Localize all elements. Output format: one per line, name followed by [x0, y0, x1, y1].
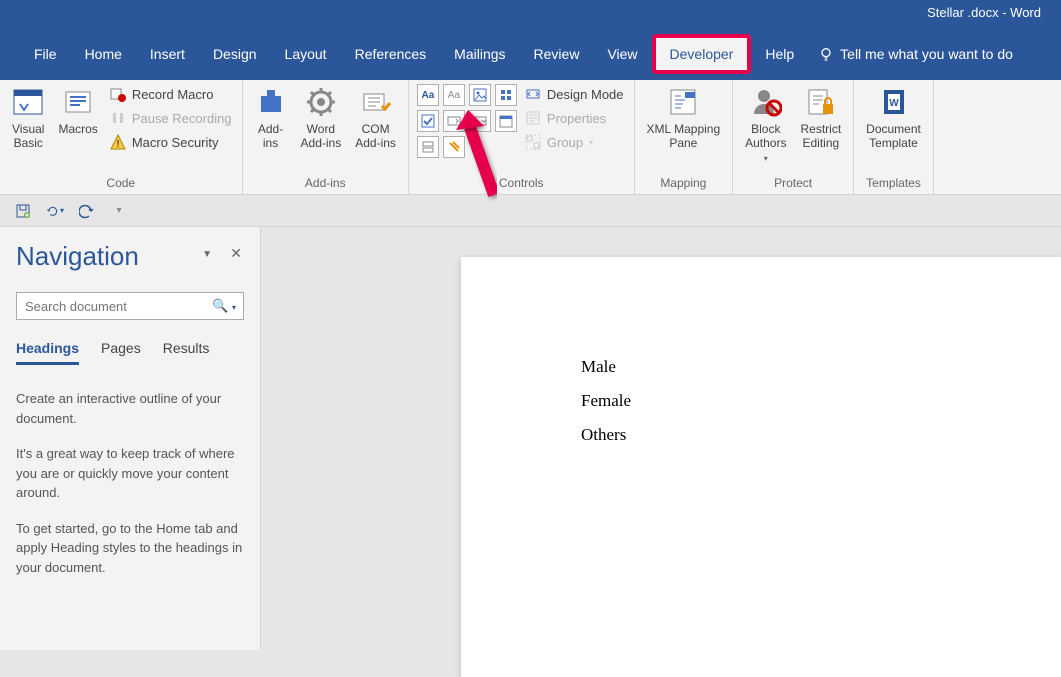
lightbulb-icon: [818, 46, 834, 62]
word-addins-button[interactable]: Word Add-ins: [297, 84, 346, 152]
visual-basic-button[interactable]: Visual Basic: [8, 84, 48, 152]
record-icon: [110, 86, 126, 102]
tab-view[interactable]: View: [593, 38, 651, 70]
com-addins-button[interactable]: COM Add-ins: [351, 84, 400, 152]
nav-tab-headings[interactable]: Headings: [16, 340, 79, 365]
control-gallery: Aa Aa ▾: [417, 84, 517, 158]
group-protect-label: Protect: [741, 176, 845, 194]
group-protect: Block Authors ▾ Restrict Editing Protect: [733, 80, 854, 194]
tab-insert[interactable]: Insert: [136, 38, 199, 70]
design-mode-button[interactable]: Design Mode: [523, 84, 626, 104]
workspace: Navigation ▼ ✕ 🔍 ▾ Headings Pages Result…: [0, 227, 1061, 650]
tell-me-label: Tell me what you want to do: [840, 46, 1013, 62]
properties-button: Properties: [523, 108, 626, 128]
tab-mailings[interactable]: Mailings: [440, 38, 519, 70]
design-mode-icon: [525, 86, 541, 102]
group-icon: [525, 134, 541, 150]
addins-button[interactable]: Add- ins: [251, 84, 291, 152]
legacy-tools-icon[interactable]: [443, 136, 465, 158]
group-mapping: XML Mapping Pane Mapping: [635, 80, 734, 194]
legacy-dropdown-icon[interactable]: ▾: [469, 136, 491, 158]
xml-icon: [667, 86, 699, 118]
navigation-pane: Navigation ▼ ✕ 🔍 ▾ Headings Pages Result…: [0, 227, 261, 650]
macros-icon: [62, 86, 94, 118]
checkbox-control-icon[interactable]: [417, 110, 439, 132]
group-addins-label: Add-ins: [251, 176, 400, 194]
vb-icon: [12, 86, 44, 118]
dropdown-control-icon[interactable]: [469, 110, 491, 132]
tab-file[interactable]: File: [20, 38, 71, 70]
group-mapping-label: Mapping: [643, 176, 725, 194]
repeating-control-icon[interactable]: [417, 136, 439, 158]
chevron-down-icon: ▾: [764, 154, 768, 163]
tell-me[interactable]: Tell me what you want to do: [818, 46, 1013, 62]
pause-icon: [110, 110, 126, 126]
group-controls: Aa Aa ▾ Design Mode: [409, 80, 635, 194]
record-macro-button[interactable]: Record Macro: [108, 84, 234, 104]
macros-button[interactable]: Macros: [54, 84, 101, 138]
tab-references[interactable]: References: [341, 38, 441, 70]
nav-search: 🔍 ▾: [16, 292, 244, 320]
tab-help[interactable]: Help: [751, 38, 808, 70]
document-page[interactable]: Male Female Others: [461, 257, 1061, 677]
tab-layout[interactable]: Layout: [271, 38, 341, 70]
group-code: Visual Basic Macros Record Macro Pause R…: [0, 80, 243, 194]
svg-text:W: W: [889, 98, 899, 109]
combo-control-icon[interactable]: [443, 110, 465, 132]
nav-tab-pages[interactable]: Pages: [101, 340, 141, 365]
tab-home[interactable]: Home: [71, 38, 136, 70]
restrict-editing-button[interactable]: Restrict Editing: [796, 84, 845, 152]
save-button[interactable]: [14, 202, 32, 220]
nav-help-text: Create an interactive outline of your do…: [16, 389, 244, 577]
nav-tabs: Headings Pages Results: [16, 340, 244, 365]
xml-mapping-button[interactable]: XML Mapping Pane: [643, 84, 725, 152]
close-icon[interactable]: ✕: [230, 245, 242, 262]
undo-button[interactable]: ▾: [46, 202, 64, 220]
lock-icon: [805, 86, 837, 118]
plain-text-control-icon[interactable]: Aa: [443, 84, 465, 106]
properties-icon: [525, 110, 541, 126]
building-block-control-icon[interactable]: [495, 84, 517, 106]
ribbon: Visual Basic Macros Record Macro Pause R…: [0, 80, 1061, 195]
title-bar: Stellar .docx - Word: [0, 0, 1061, 28]
doc-template-button[interactable]: W Document Template: [862, 84, 925, 152]
tab-review[interactable]: Review: [520, 38, 594, 70]
annotation-highlight-developer: Developer: [652, 34, 752, 74]
group-code-label: Code: [8, 176, 234, 194]
group-addins: Add- ins Word Add-ins COM Add-ins Add-in…: [243, 80, 409, 194]
chevron-down-icon: ▾: [589, 138, 593, 147]
com-icon: [360, 86, 392, 118]
nav-tab-results[interactable]: Results: [163, 340, 210, 365]
quick-access-toolbar: ▾ ▾: [0, 195, 1061, 227]
gear-icon: [305, 86, 337, 118]
doc-line-2: Female: [581, 391, 1061, 411]
rich-text-control-icon[interactable]: Aa: [417, 84, 439, 106]
document-canvas: Male Female Others: [261, 227, 1061, 650]
group-templates-label: Templates: [862, 176, 925, 194]
doc-title: Stellar .docx - Word: [927, 5, 1041, 20]
tab-design[interactable]: Design: [199, 38, 271, 70]
block-icon: [750, 86, 782, 118]
pause-recording-button: Pause Recording: [108, 108, 234, 128]
doc-line-3: Others: [581, 425, 1061, 445]
qat-customize-button[interactable]: ▾: [110, 202, 128, 220]
nav-dropdown-icon[interactable]: ▼: [202, 249, 212, 260]
block-authors-button[interactable]: Block Authors ▾: [741, 84, 790, 165]
addins-icon: [255, 86, 287, 118]
search-input[interactable]: [16, 292, 244, 320]
security-icon: !: [110, 134, 126, 150]
search-icon[interactable]: 🔍 ▾: [212, 298, 236, 314]
svg-text:!: !: [116, 139, 119, 150]
doc-line-1: Male: [581, 357, 1061, 377]
group-templates: W Document Template Templates: [854, 80, 934, 194]
date-control-icon[interactable]: [495, 110, 517, 132]
macro-security-button[interactable]: ! Macro Security: [108, 132, 234, 152]
group-button: Group ▾: [523, 132, 626, 152]
tab-developer[interactable]: Developer: [656, 38, 748, 70]
picture-control-icon[interactable]: [469, 84, 491, 106]
template-icon: W: [878, 86, 910, 118]
redo-button[interactable]: [78, 202, 96, 220]
group-controls-label: Controls: [417, 176, 626, 194]
menu-bar: File Home Insert Design Layout Reference…: [0, 28, 1061, 80]
